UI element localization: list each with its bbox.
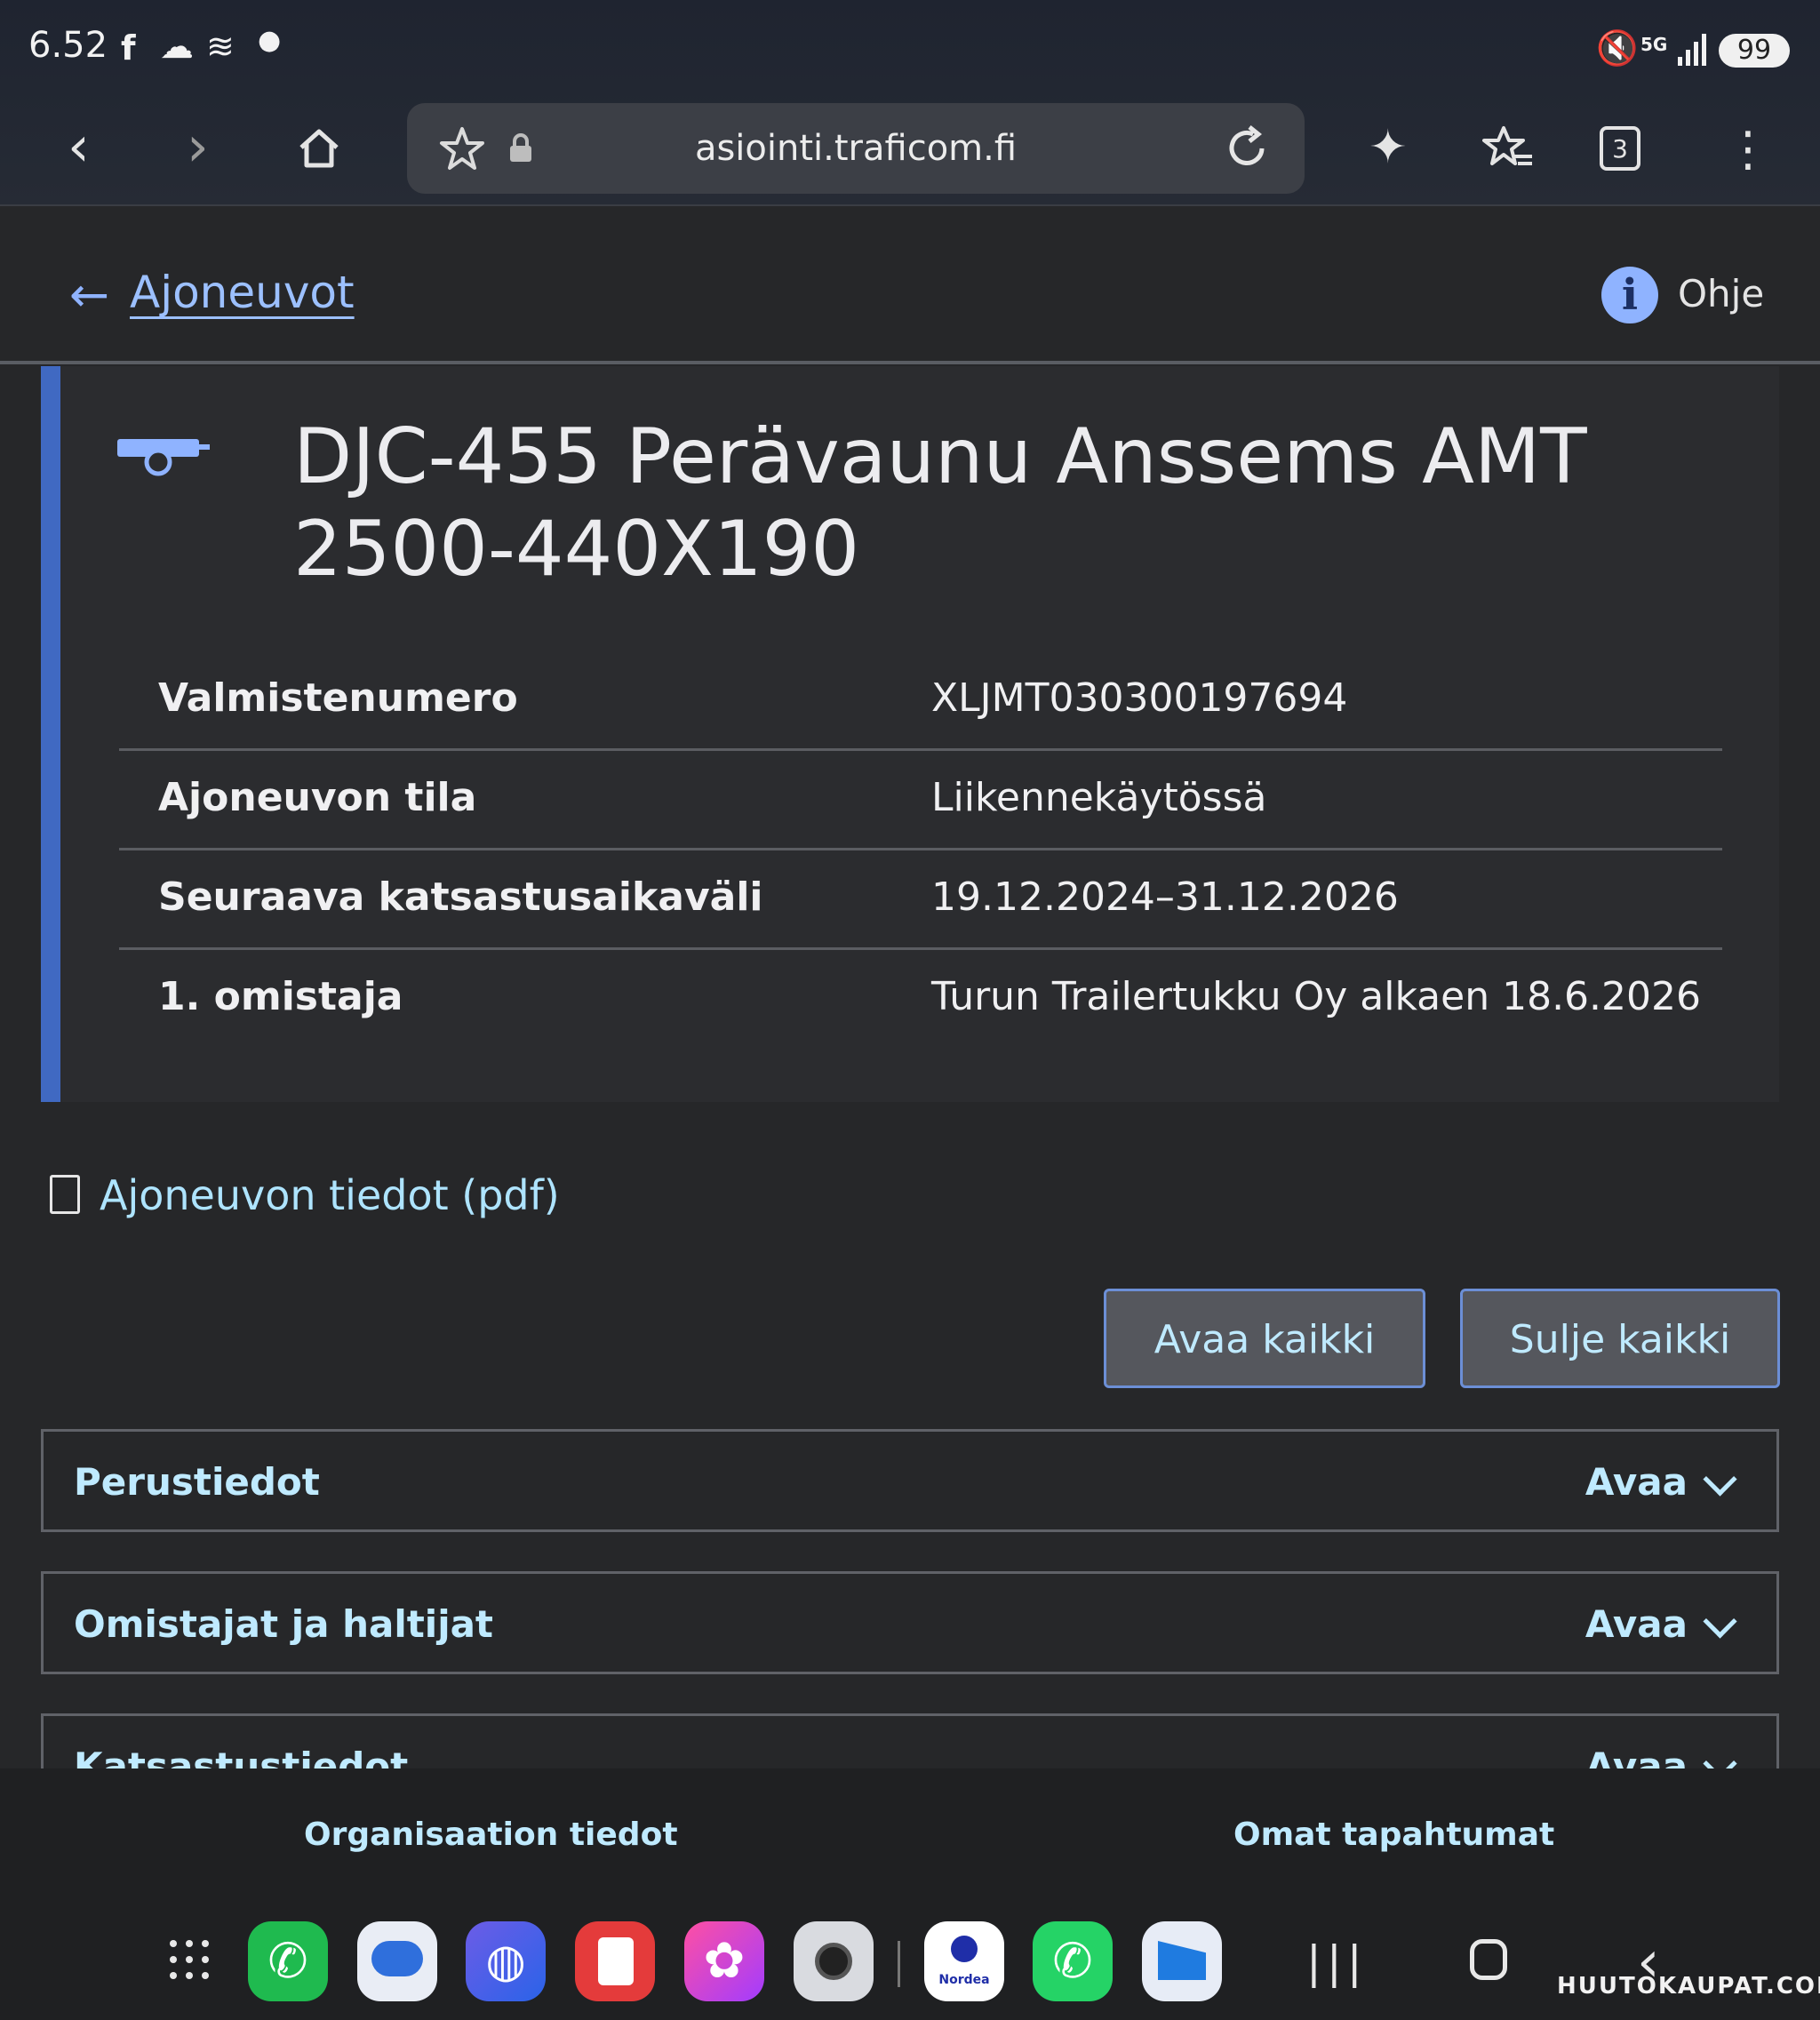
- detail-label: 1. omistaja: [158, 974, 403, 1019]
- detail-value: Turun Trailertukku Oy alkaen 18.6.2026: [931, 974, 1702, 1019]
- forward-button[interactable]: ›: [187, 116, 209, 178]
- dock-divider: [898, 1941, 900, 1987]
- detail-label: Seuraava katsastusaikaväli: [158, 874, 763, 920]
- whatsapp-app-icon[interactable]: ✆: [1033, 1921, 1113, 2001]
- header-divider: [0, 361, 1820, 364]
- status-time: 6.52: [28, 25, 108, 66]
- open-all-button[interactable]: Avaa kaikki: [1104, 1289, 1425, 1388]
- mail-app-icon[interactable]: [1142, 1921, 1222, 2001]
- nordea-app-icon[interactable]: Nordea: [924, 1921, 1004, 2001]
- gallery-app-icon[interactable]: ✿: [684, 1921, 764, 2001]
- chevron-down-icon[interactable]: [1703, 1604, 1737, 1639]
- vehicle-title: DJC-455 Perävaunu Anssems AMT 2500-440X1…: [293, 412, 1587, 594]
- section-basic-info[interactable]: Perustiedot Avaa: [41, 1429, 1779, 1532]
- trailer-icon: [117, 439, 210, 476]
- detail-label: Ajoneuvon tila: [158, 775, 477, 820]
- bookmarks-list-icon[interactable]: [1482, 124, 1534, 172]
- close-all-button[interactable]: Sulje kaikki: [1460, 1289, 1780, 1388]
- back-button[interactable]: ‹: [68, 116, 90, 178]
- detail-value: 19.12.2024–31.12.2026: [931, 874, 1399, 920]
- footer-link-events[interactable]: Omat tapahtumat: [1233, 1816, 1554, 1853]
- detail-label: Valmistenumero: [158, 675, 518, 721]
- fog-icon: ≋: [206, 27, 235, 66]
- detail-value: XLJMT030300197694: [931, 675, 1348, 721]
- detail-row: 1. omistaja Turun Trailertukku Oy alkaen…: [119, 947, 1722, 1047]
- 5g-icon: 5G: [1640, 34, 1668, 55]
- url-text: asiointi.traficom.fi: [694, 128, 1018, 169]
- section-owners[interactable]: Omistajat ja haltijat Avaa: [41, 1571, 1779, 1674]
- home-icon[interactable]: [297, 126, 341, 171]
- recent-apps-button[interactable]: |||: [1306, 1936, 1368, 1989]
- info-icon[interactable]: i: [1601, 267, 1658, 323]
- camera-app-icon[interactable]: [794, 1921, 874, 2001]
- phone-app-icon[interactable]: ✆: [248, 1921, 328, 2001]
- help-link[interactable]: Ohje: [1678, 272, 1764, 315]
- ai-sparkle-icon[interactable]: ✦: [1369, 121, 1408, 174]
- notes-app-icon[interactable]: [575, 1921, 655, 2001]
- section-title: Omistajat ja haltijat: [74, 1602, 494, 1646]
- facebook-icon: f: [121, 28, 136, 68]
- signal-icon: [1678, 34, 1706, 66]
- battery-indicator: 99: [1719, 34, 1790, 68]
- nordea-label: Nordea: [938, 1973, 990, 1987]
- section-title: Perustiedot: [74, 1460, 320, 1504]
- footer-link-organisation[interactable]: Organisaation tiedot: [304, 1816, 678, 1853]
- vehicle-pdf-link[interactable]: Ajoneuvon tiedot (pdf): [100, 1171, 560, 1219]
- url-bar[interactable]: asiointi.traficom.fi: [407, 103, 1305, 194]
- app-drawer-icon[interactable]: [169, 1939, 210, 1980]
- tabs-count-icon[interactable]: 3: [1600, 126, 1640, 171]
- internet-app-icon[interactable]: ◍: [466, 1921, 546, 2001]
- dot-icon: ●: [258, 25, 282, 56]
- cloud-icon: ☁: [160, 27, 194, 66]
- document-icon: [50, 1175, 80, 1214]
- reload-icon[interactable]: [1223, 124, 1271, 172]
- detail-row: Ajoneuvon tila Liikennekäytössä: [119, 748, 1722, 848]
- back-link-vehicles[interactable]: Ajoneuvot: [130, 267, 355, 318]
- more-menu-icon[interactable]: ⋮: [1724, 123, 1772, 176]
- back-arrow-icon[interactable]: ←: [69, 267, 109, 323]
- card-accent-bar: [41, 366, 60, 1102]
- mute-icon: 🔇: [1596, 28, 1639, 68]
- section-open-label[interactable]: Avaa: [1585, 1460, 1688, 1504]
- detail-row: Valmistenumero XLJMT030300197694: [119, 649, 1722, 748]
- home-button[interactable]: [1470, 1939, 1507, 1980]
- chevron-down-icon[interactable]: [1703, 1462, 1737, 1497]
- browser-chrome: 6.52 f ☁ ≋ ● 🔇 5G 99 ‹ › asiointi.trafic…: [0, 0, 1820, 206]
- section-open-label[interactable]: Avaa: [1585, 1602, 1688, 1646]
- detail-value: Liikennekäytössä: [931, 775, 1267, 820]
- messages-app-icon[interactable]: [357, 1921, 437, 2001]
- watermark-logo: HUUTOKAUPAT.COM: [1557, 1973, 1820, 2000]
- detail-row: Seuraava katsastusaikaväli 19.12.2024–31…: [119, 848, 1722, 947]
